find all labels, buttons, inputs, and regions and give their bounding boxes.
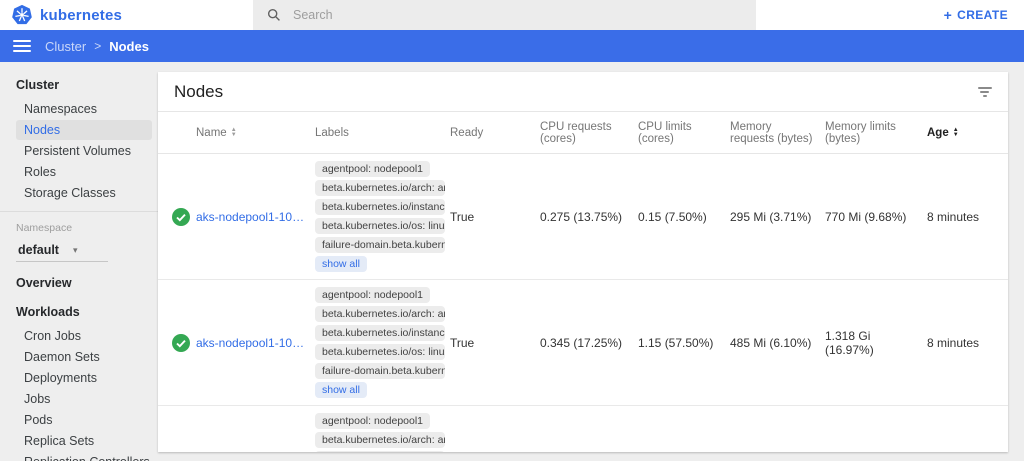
kubernetes-wheel-icon xyxy=(11,4,33,26)
create-button[interactable]: + CREATE xyxy=(944,8,1008,22)
label-chip: beta.kubernetes.io/instance-t... xyxy=(315,199,445,215)
app-header: kubernetes + CREATE xyxy=(0,0,1024,30)
column-header-cpu-requests[interactable]: CPU requests (cores) xyxy=(540,121,638,145)
sidebar-item-cron-jobs[interactable]: Cron Jobs xyxy=(16,326,152,346)
card-header: Nodes xyxy=(158,72,1008,112)
namespace-value: default xyxy=(18,243,59,257)
sidebar-item-namespaces[interactable]: Namespaces xyxy=(16,99,152,119)
label-chip: beta.kubernetes.io/arch: amd... xyxy=(315,180,445,196)
label-chip: agentpool: nodepool1 xyxy=(315,287,430,303)
sort-icon: ▲▼ xyxy=(231,128,237,137)
ready-cell: True xyxy=(450,210,540,224)
memory-limits-cell: 1.318 Gi (16.97%) xyxy=(825,329,927,357)
column-header-name-label: Name xyxy=(196,127,227,139)
sidebar-header-workloads: Workloads xyxy=(0,297,158,326)
label-chip: beta.kubernetes.io/os: linux xyxy=(315,218,445,234)
column-header-name[interactable]: Name ▲▼ xyxy=(172,127,315,139)
label-chip: beta.kubernetes.io/instance-t... xyxy=(315,451,445,452)
label-chip: failure-domain.beta.kubernet... xyxy=(315,237,445,253)
breadcrumb-page: Nodes xyxy=(109,39,149,54)
sidebar-item-persistent-volumes[interactable]: Persistent Volumes xyxy=(16,141,152,161)
chevron-right-icon: > xyxy=(94,39,101,53)
card-title: Nodes xyxy=(174,82,223,102)
label-chip: beta.kubernetes.io/arch: amd... xyxy=(315,432,445,448)
table-row: aks-nodepool1-10230590-vm... agentpool: … xyxy=(158,280,1008,406)
label-chip: agentpool: nodepool1 xyxy=(315,413,430,429)
create-button-label: CREATE xyxy=(957,8,1008,22)
cpu-requests-cell: 0.275 (13.75%) xyxy=(540,210,638,224)
table-row: aks-nodepool1-10230590-vm... agentpool: … xyxy=(158,406,1008,452)
memory-limits-cell: 770 Mi (9.68%) xyxy=(825,210,927,224)
sidebar-divider xyxy=(0,211,158,212)
column-header-age[interactable]: Age ▲▼ xyxy=(927,127,994,139)
column-header-age-label: Age xyxy=(927,127,949,139)
show-all-link[interactable]: show all xyxy=(315,382,367,398)
cpu-limits-cell: 0.15 (7.50%) xyxy=(638,210,730,224)
sidebar: Cluster Namespaces Nodes Persistent Volu… xyxy=(0,62,158,461)
menu-icon[interactable] xyxy=(13,37,31,55)
sidebar-header-cluster: Cluster xyxy=(0,70,158,99)
node-name-cell: aks-nodepool1-10230590-vm... xyxy=(172,208,315,226)
sidebar-item-deployments[interactable]: Deployments xyxy=(16,368,152,388)
label-chip: agentpool: nodepool1 xyxy=(315,161,430,177)
memory-requests-cell: 295 Mi (3.71%) xyxy=(730,210,825,224)
labels-cell: agentpool: nodepool1 beta.kubernetes.io/… xyxy=(315,154,450,279)
sidebar-item-jobs[interactable]: Jobs xyxy=(16,389,152,409)
breadcrumb-toolbar: Cluster > Nodes xyxy=(0,30,1024,62)
search-input[interactable] xyxy=(293,8,693,22)
kubernetes-logo[interactable]: kubernetes xyxy=(0,4,253,26)
logo-text: kubernetes xyxy=(40,7,122,24)
labels-cell: agentpool: nodepool1 beta.kubernetes.io/… xyxy=(315,280,450,405)
cpu-requests-cell: 0.345 (17.25%) xyxy=(540,336,638,350)
table-row: aks-nodepool1-10230590-vm... agentpool: … xyxy=(158,154,1008,280)
sidebar-item-pods[interactable]: Pods xyxy=(16,410,152,430)
filter-icon[interactable] xyxy=(977,83,992,101)
sidebar-item-replica-sets[interactable]: Replica Sets xyxy=(16,431,152,451)
sidebar-item-nodes[interactable]: Nodes xyxy=(16,120,152,140)
column-header-labels[interactable]: Labels xyxy=(315,127,450,139)
search-icon xyxy=(267,8,281,22)
age-cell: 8 minutes xyxy=(927,336,994,350)
column-header-cpu-limits[interactable]: CPU limits (cores) xyxy=(638,121,730,145)
column-header-memory-limits[interactable]: Memory limits (bytes) xyxy=(825,121,927,145)
sidebar-item-replication-controllers[interactable]: Replication Controllers xyxy=(16,452,152,461)
sidebar-item-overview[interactable]: Overview xyxy=(0,268,158,297)
status-ok-icon xyxy=(172,334,190,352)
sidebar-item-roles[interactable]: Roles xyxy=(16,162,152,182)
memory-requests-cell: 485 Mi (6.10%) xyxy=(730,336,825,350)
chevron-down-icon: ▾ xyxy=(73,245,78,256)
breadcrumb-section[interactable]: Cluster xyxy=(45,39,86,54)
plus-icon: + xyxy=(944,8,953,22)
node-name-cell: aks-nodepool1-10230590-vm... xyxy=(172,334,315,352)
nodes-card: Nodes Name ▲▼ Labels Ready CPU requests … xyxy=(158,72,1008,452)
node-link[interactable]: aks-nodepool1-10230590-vm... xyxy=(196,210,307,224)
cpu-limits-cell: 1.15 (57.50%) xyxy=(638,336,730,350)
node-link[interactable]: aks-nodepool1-10230590-vm... xyxy=(196,336,307,350)
search-bar[interactable] xyxy=(253,0,756,30)
show-all-link[interactable]: show all xyxy=(315,256,367,272)
labels-cell: agentpool: nodepool1 beta.kubernetes.io/… xyxy=(315,406,450,452)
status-ok-icon xyxy=(172,208,190,226)
column-header-ready[interactable]: Ready xyxy=(450,127,540,139)
sidebar-item-daemon-sets[interactable]: Daemon Sets xyxy=(16,347,152,367)
label-chip: beta.kubernetes.io/instance-t... xyxy=(315,325,445,341)
label-chip: failure-domain.beta.kubernet... xyxy=(315,363,445,379)
table-header-row: Name ▲▼ Labels Ready CPU requests (cores… xyxy=(158,112,1008,154)
breadcrumb: Cluster > Nodes xyxy=(45,39,149,54)
label-chip: beta.kubernetes.io/os: linux xyxy=(315,344,445,360)
sidebar-item-storage-classes[interactable]: Storage Classes xyxy=(16,183,152,203)
namespace-label: Namespace xyxy=(0,218,158,236)
sort-icon-active: ▲▼ xyxy=(953,128,959,137)
column-header-memory-requests[interactable]: Memory requests (bytes) xyxy=(730,121,825,145)
label-chip: beta.kubernetes.io/arch: amd... xyxy=(315,306,445,322)
ready-cell: True xyxy=(450,336,540,350)
namespace-select[interactable]: default ▾ xyxy=(16,240,108,262)
age-cell: 8 minutes xyxy=(927,210,994,224)
